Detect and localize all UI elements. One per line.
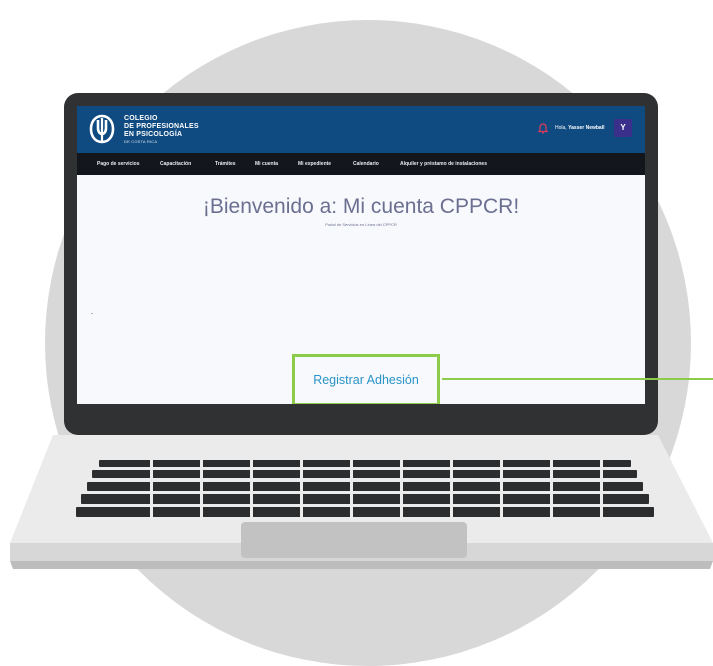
registrar-adhesion-link[interactable]: Registrar Adhesión xyxy=(313,373,419,387)
logo-line-2: DE PROFESIONALES xyxy=(124,123,199,130)
logo-line-3: EN PSICOLOGÍA xyxy=(124,131,183,138)
nav-item-calendario[interactable]: Calendario xyxy=(353,153,379,175)
nav-item-tramites[interactable]: Trámites xyxy=(215,153,236,175)
user-greeting: Hola, Yasser Newball xyxy=(555,123,605,133)
site-header: COLEGIO DE PROFESIONALES EN PSICOLOGÍA D… xyxy=(77,106,645,153)
user-name[interactable]: Yasser Newball xyxy=(568,125,604,131)
nav-item-alquiler[interactable]: Alquiler y préstamo de instalaciones xyxy=(400,153,487,175)
nav-item-mi-expediente[interactable]: Mi expediente xyxy=(298,153,331,175)
laptop-screen: COLEGIO DE PROFESIONALES EN PSICOLOGÍA D… xyxy=(77,106,645,404)
user-avatar[interactable]: Y xyxy=(614,119,632,137)
notification-bell-icon[interactable] xyxy=(538,123,548,134)
nav-item-capacitacion[interactable]: Capacitación xyxy=(160,153,191,175)
logo-subtext: DE COSTA RICA xyxy=(124,139,158,144)
nav-item-pago-de-servicios[interactable]: Pago de servicios xyxy=(97,153,140,175)
trackpad xyxy=(241,522,467,558)
registrar-adhesion-highlight[interactable]: Registrar Adhesión xyxy=(292,354,440,404)
page-dot xyxy=(91,313,93,314)
main-nav: Pago de servicios Capacitación Trámites … xyxy=(77,153,645,175)
logo-text: COLEGIO DE PROFESIONALES EN PSICOLOGÍA D… xyxy=(124,115,199,145)
nav-item-mi-cuenta[interactable]: Mi cuenta xyxy=(255,153,278,175)
callout-line xyxy=(442,378,713,380)
page-subtitle: Portal de Servicios en Línea del CPPCR xyxy=(325,222,397,227)
greeting-text: Hola, xyxy=(555,125,567,131)
cppcr-logo-icon xyxy=(89,114,115,144)
page-title: ¡Bienvenido a: Mi cuenta CPPCR! xyxy=(202,195,520,218)
logo-line-1: COLEGIO xyxy=(124,115,158,122)
